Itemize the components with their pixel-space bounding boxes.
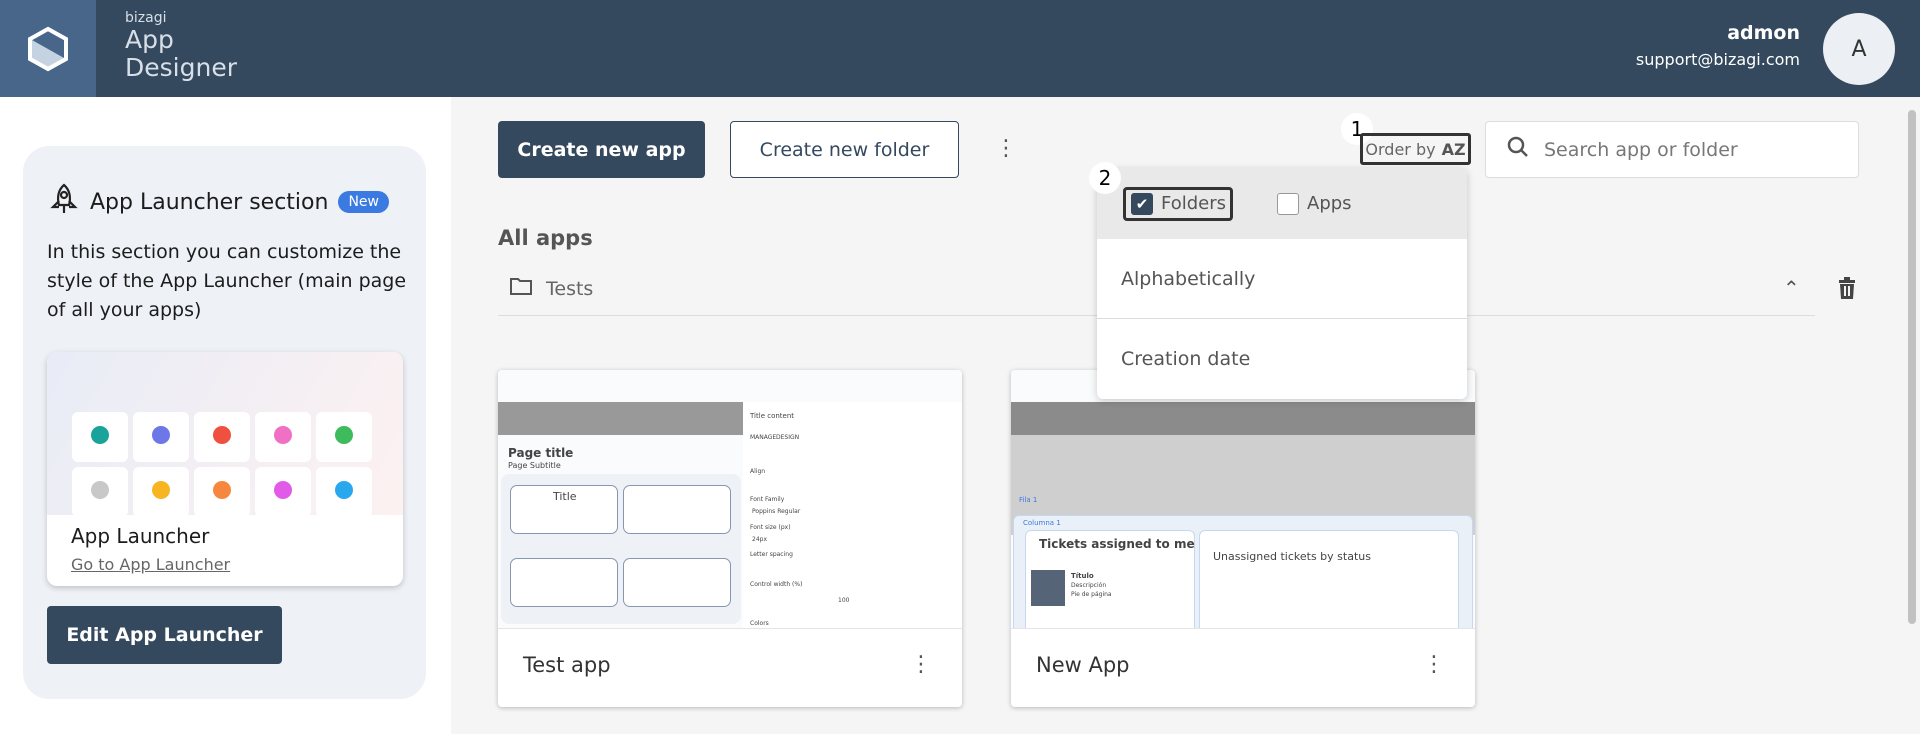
edit-app-launcher-button[interactable]: Edit App Launcher	[47, 606, 282, 664]
apps-checkbox[interactable]: Apps	[1277, 192, 1352, 215]
app-launcher-heading: App Launcher section New	[48, 183, 389, 221]
folder-name: Tests	[546, 277, 594, 300]
more-options-icon[interactable]: ⋮	[995, 135, 1017, 163]
more-options-icon[interactable]: ⋮	[1423, 652, 1445, 677]
search-placeholder: Search app or folder	[1544, 138, 1738, 161]
thumb-text: Título	[1071, 572, 1094, 580]
thumb-text: Tickets assigned to me	[1039, 537, 1195, 551]
app-card-new-app[interactable]: Fila 1 Columna 1 Tickets assigned to me …	[1011, 370, 1475, 707]
thumb-text: Letter spacing	[750, 551, 793, 558]
bizagi-logo-icon[interactable]	[0, 0, 96, 97]
thumb-text: Columna 1	[1023, 519, 1061, 527]
app-brand: bizagi App Designer	[125, 10, 237, 82]
scrollbar[interactable]	[1908, 110, 1916, 624]
preview-title: App Launcher	[71, 524, 210, 548]
option-creation-date[interactable]: Creation date	[1097, 319, 1467, 399]
thumb-text: Colors	[750, 620, 769, 627]
brand-small: bizagi	[125, 10, 167, 26]
thumb-text: DESIGN	[776, 434, 800, 441]
go-to-app-launcher-link[interactable]: Go to App Launcher	[71, 555, 230, 574]
group-by-options: ✔ Folders Apps	[1097, 168, 1467, 239]
create-new-app-button[interactable]: Create new app	[498, 121, 705, 178]
thumb-text: Pie de página	[1071, 591, 1112, 598]
panel-title: App Launcher section	[90, 189, 329, 215]
app-name: Test app	[523, 653, 611, 677]
thumb-tile-title: Title	[553, 490, 577, 503]
order-by-dropdown: ✔ Folders Apps Alphabetically Creation d…	[1097, 168, 1467, 399]
avatar[interactable]: A	[1823, 13, 1895, 85]
thumb-text: Descripción	[1071, 582, 1107, 589]
user-name: admon	[1727, 22, 1800, 44]
thumb-text: MANAGE	[750, 434, 777, 441]
top-header: bizagi App Designer admon support@bizagi…	[0, 0, 1920, 97]
search-input[interactable]: Search app or folder	[1485, 121, 1859, 178]
folder-icon	[510, 277, 532, 300]
thumb-text: Fila 1	[1019, 496, 1038, 504]
folders-checkbox[interactable]: ✔ Folders	[1123, 186, 1234, 221]
sort-az-icon: AZ	[1441, 139, 1466, 159]
checkbox-checked-icon: ✔	[1131, 192, 1153, 215]
rocket-icon	[48, 183, 80, 221]
thumb-text: Control width (%)	[750, 581, 803, 588]
order-by-label: Order by	[1365, 139, 1436, 159]
app-name: New App	[1036, 653, 1130, 677]
app-card-test-app[interactable]: Page title Page Subtitle Title Title con…	[498, 370, 962, 707]
thumb-text: Unassigned tickets by status	[1213, 550, 1371, 563]
chevron-up-icon[interactable]: ⌃	[1783, 276, 1800, 300]
preview-image	[47, 352, 403, 517]
thumb-text: Align	[750, 468, 766, 475]
more-options-icon[interactable]: ⋮	[910, 652, 932, 677]
order-by-button[interactable]: Order by AZ	[1360, 133, 1471, 165]
thumb-page-title: Page title	[508, 446, 574, 460]
checkbox-unchecked-icon	[1277, 192, 1300, 215]
section-title: All apps	[498, 226, 593, 250]
brand-line2: Designer	[125, 53, 237, 82]
thumb-text: Title content	[750, 412, 795, 420]
app-thumbnail: Page title Page Subtitle Title Title con…	[498, 370, 962, 629]
create-new-folder-button[interactable]: Create new folder	[730, 121, 959, 178]
app-thumbnail: Fila 1 Columna 1 Tickets assigned to me …	[1011, 370, 1475, 629]
user-info: admon support@bizagi.com	[1636, 22, 1800, 69]
search-icon	[1506, 135, 1530, 164]
annotation-step-2: 2	[1089, 162, 1121, 194]
thumb-text: Font Family	[750, 496, 785, 503]
apps-label: Apps	[1307, 193, 1352, 214]
folder-row-tests[interactable]: Tests	[510, 277, 593, 300]
user-email: support@bizagi.com	[1635, 50, 1800, 69]
thumb-text: Poppins Regular	[752, 508, 801, 515]
trash-icon[interactable]	[1837, 276, 1857, 304]
thumb-text: 24px	[752, 536, 767, 543]
folders-label: Folders	[1161, 193, 1227, 214]
app-launcher-preview-card[interactable]: App Launcher Go to App Launcher	[47, 352, 403, 586]
thumb-text: Font size (px)	[750, 524, 791, 531]
thumb-page-subtitle: Page Subtitle	[508, 461, 561, 470]
panel-description: In this section you can customize the st…	[47, 241, 407, 321]
option-alphabetically[interactable]: Alphabetically	[1097, 239, 1467, 319]
new-badge: New	[338, 191, 389, 213]
thumb-text: 100	[838, 597, 850, 604]
brand-line1: App	[125, 25, 174, 54]
